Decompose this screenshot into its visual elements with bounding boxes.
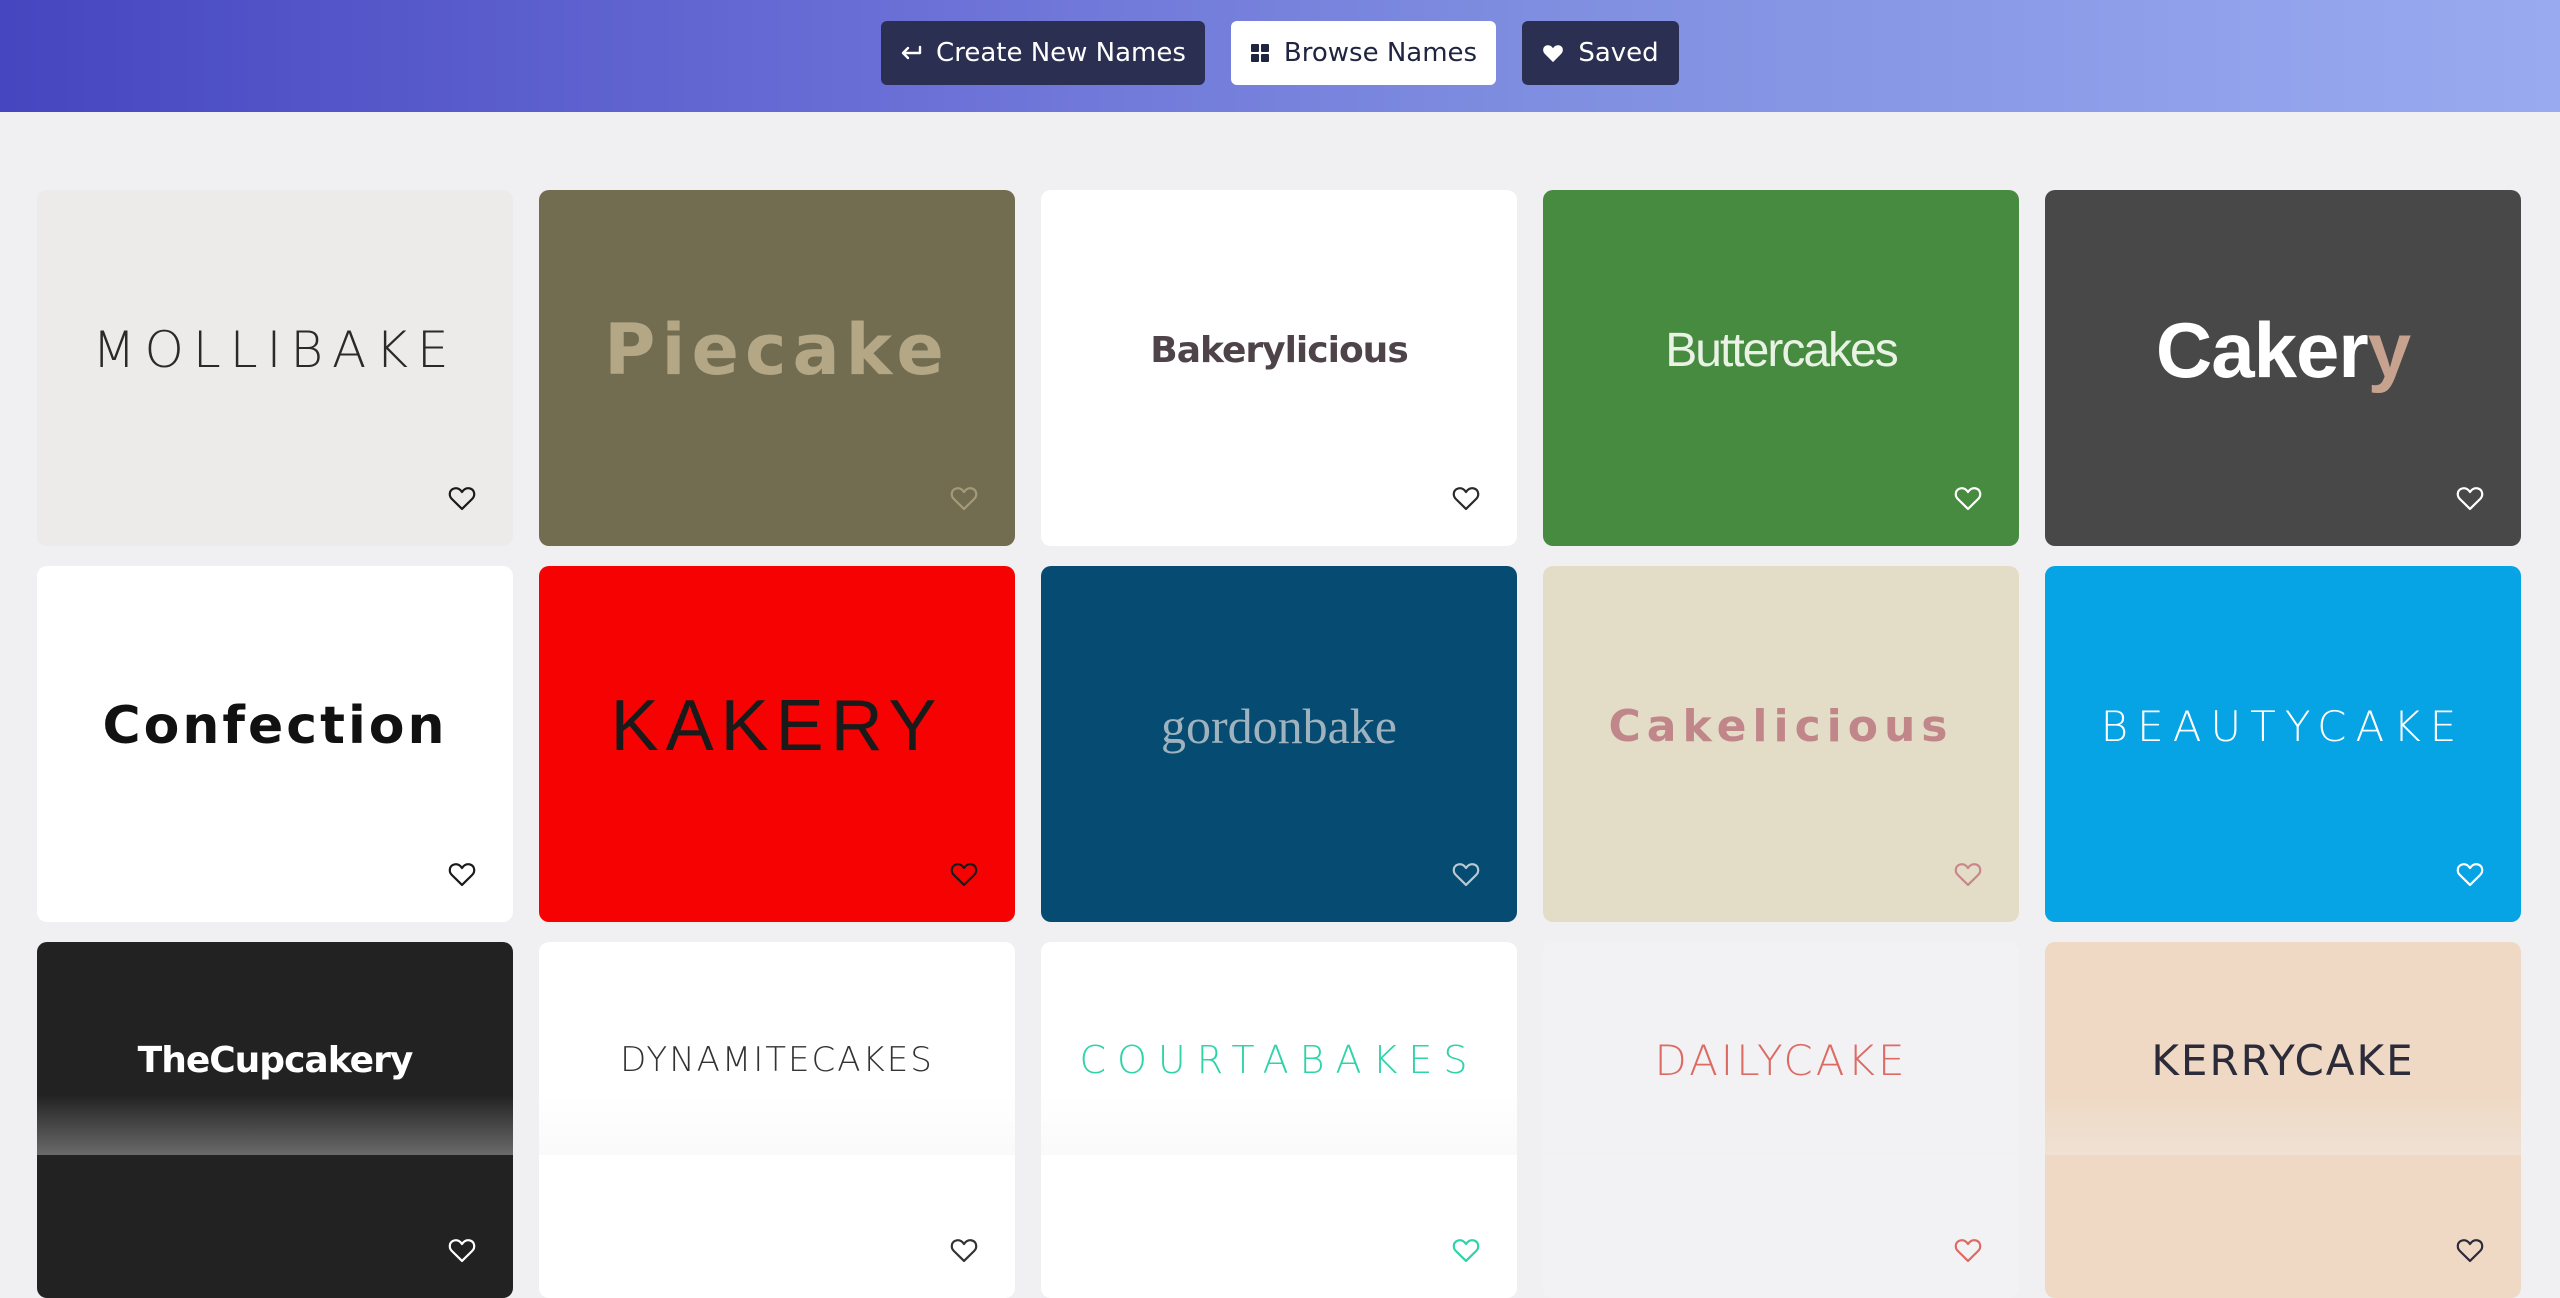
- heart-outline-icon[interactable]: [447, 1236, 477, 1264]
- name-card-courtabakes[interactable]: COURTABAKES: [1041, 942, 1517, 1298]
- logo-name: Buttercakes: [1665, 323, 1898, 377]
- logo-name: TheCupcakery: [137, 1039, 414, 1081]
- create-new-names-label: Create New Names: [936, 38, 1186, 68]
- heart-outline-icon[interactable]: [1451, 1236, 1481, 1264]
- heart-outline-icon[interactable]: [1451, 484, 1481, 512]
- heart-outline-icon[interactable]: [949, 860, 979, 888]
- create-new-names-button[interactable]: Create New Names: [881, 21, 1205, 85]
- heart-filled-icon: [1542, 43, 1564, 63]
- heart-outline-icon[interactable]: [2455, 1236, 2485, 1264]
- heart-outline-icon[interactable]: [2455, 484, 2485, 512]
- heart-outline-icon[interactable]: [2455, 860, 2485, 888]
- name-card-gordonbake[interactable]: gordonbake: [1041, 566, 1517, 922]
- grid-icon: [1250, 43, 1270, 63]
- logo-name: gordonbake: [1160, 698, 1398, 754]
- logo-name: DYNAMITECAKES: [620, 1040, 934, 1080]
- browse-names-button[interactable]: Browse Names: [1231, 21, 1496, 85]
- return-arrow-icon: [900, 44, 922, 62]
- heart-outline-icon[interactable]: [1953, 860, 1983, 888]
- heart-outline-icon[interactable]: [1451, 860, 1481, 888]
- logo-name: KAKERY: [610, 686, 944, 766]
- logo-name: Cakelicious: [1608, 700, 1954, 752]
- name-card-buttercakes[interactable]: Buttercakes: [1543, 190, 2019, 546]
- logo-name: MOLLIBAKE: [92, 321, 458, 379]
- name-card-piecake[interactable]: Piecake: [539, 190, 1015, 546]
- name-card-dailycake[interactable]: DAILYCAKE: [1543, 942, 2019, 1298]
- heart-outline-icon[interactable]: [949, 1236, 979, 1264]
- heart-outline-icon[interactable]: [447, 484, 477, 512]
- logo-name: Piecake: [604, 309, 950, 391]
- heart-outline-icon[interactable]: [447, 860, 477, 888]
- name-card-confection[interactable]: Confection: [37, 566, 513, 922]
- name-card-thecupcakery[interactable]: TheCupcakery: [37, 942, 513, 1298]
- name-card-cakelicious[interactable]: Cakelicious: [1543, 566, 2019, 922]
- heart-outline-icon[interactable]: [949, 484, 979, 512]
- name-card-dynamitecakes[interactable]: DYNAMITECAKES: [539, 942, 1015, 1298]
- browse-names-label: Browse Names: [1283, 38, 1478, 68]
- name-card-beautycake[interactable]: BEAUTYCAKE: [2045, 566, 2521, 922]
- logo-name: BEAUTYCAKE: [2100, 701, 2466, 751]
- heart-outline-icon[interactable]: [1953, 1236, 1983, 1264]
- heart-outline-icon[interactable]: [1953, 484, 1983, 512]
- name-card-kakery[interactable]: KAKERY: [539, 566, 1015, 922]
- logo-name: COURTABAKES: [1079, 1038, 1479, 1082]
- name-card-cakery[interactable]: Cakery: [2045, 190, 2521, 546]
- name-card-mollibake[interactable]: MOLLIBAKE: [37, 190, 513, 546]
- saved-button[interactable]: Saved: [1522, 21, 1679, 85]
- name-card-kerrycake[interactable]: KERRYCAKE: [2045, 942, 2521, 1298]
- logo-name: Cakery: [2155, 305, 2411, 394]
- logo-name: Bakerylicious: [1150, 329, 1408, 371]
- name-card-bakerylicious[interactable]: Bakerylicious: [1041, 190, 1517, 546]
- logo-name: KERRYCAKE: [2151, 1035, 2415, 1085]
- top-navigation-bar: Create New Names Browse Names Saved: [0, 0, 2560, 112]
- logo-name: DAILYCAKE: [1654, 1035, 1908, 1085]
- saved-label: Saved: [1578, 38, 1659, 68]
- logo-name: Confection: [102, 696, 448, 756]
